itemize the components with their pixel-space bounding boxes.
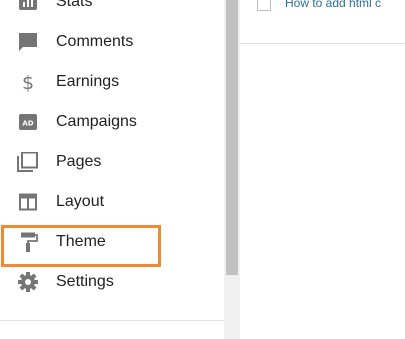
sidebar-item-pages[interactable]: Pages [0, 142, 224, 182]
sidebar-item-campaigns[interactable]: AD Campaigns [0, 102, 224, 142]
post-row[interactable]: How to add html c [240, 0, 405, 44]
sidebar-item-settings[interactable]: Settings [0, 262, 224, 302]
comments-icon [19, 33, 37, 51]
sidebar-scrollbar-thumb[interactable] [226, 0, 238, 275]
sidebar-item-label: Theme [56, 233, 106, 250]
post-title-link[interactable]: How to add html c [285, 0, 381, 10]
sidebar-item-earnings[interactable]: $ Earnings [0, 62, 224, 102]
sidebar-item-label: Campaigns [56, 113, 137, 130]
svg-text:$: $ [22, 72, 34, 92]
sidebar-item-label: Settings [56, 273, 114, 290]
sidebar: Stats Comments $ Earnings AD Campaigns P… [0, 0, 224, 339]
dollar-icon: $ [22, 72, 34, 92]
sidebar-item-stats[interactable]: Stats [0, 0, 224, 22]
sidebar-item-layout[interactable]: Layout [0, 182, 224, 222]
sidebar-divider [0, 320, 224, 321]
sidebar-item-label: Pages [56, 153, 102, 170]
sidebar-item-label: Layout [56, 193, 105, 210]
paint-roller-icon [21, 232, 38, 252]
sidebar-item-label: Stats [56, 0, 93, 10]
blogger-dashboard: Stats Comments $ Earnings AD Campaigns P… [0, 0, 405, 339]
main-content: How to add html c [240, 0, 405, 339]
sidebar-item-theme[interactable]: Theme [0, 222, 224, 262]
ad-icon: AD [19, 114, 37, 130]
gear-icon [18, 272, 38, 292]
post-checkbox[interactable] [257, 0, 271, 11]
stats-icon [19, 0, 37, 10]
svg-text:AD: AD [22, 120, 33, 128]
sidebar-item-label: Earnings [56, 73, 120, 90]
sidebar-item-comments[interactable]: Comments [0, 22, 224, 62]
sidebar-item-label: Comments [56, 33, 134, 50]
pages-icon [17, 152, 38, 172]
layout-icon [19, 193, 37, 211]
